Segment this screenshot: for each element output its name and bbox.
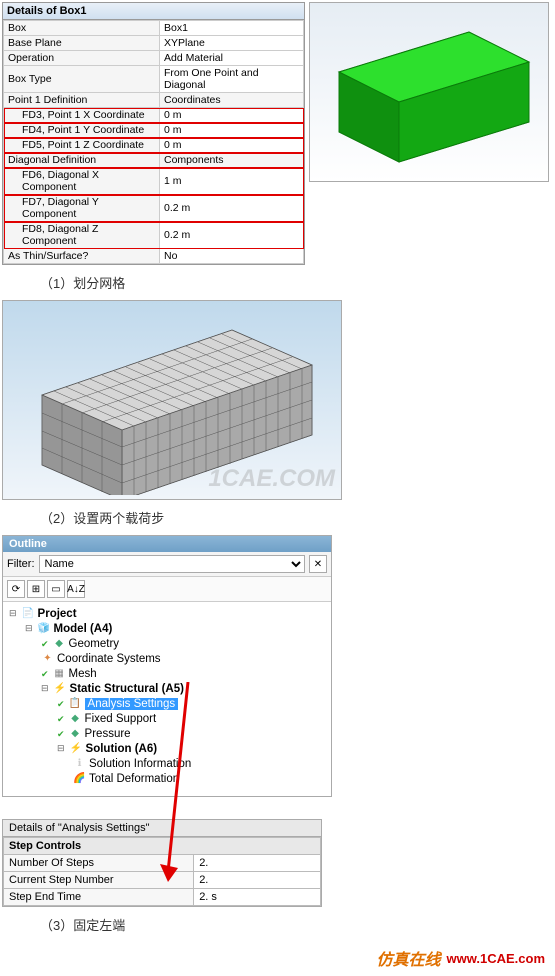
caption-3: （3）固定左端 [0,909,555,940]
sort-icon[interactable]: A↓Z [67,580,85,598]
brand-cn: 仿真在线 [377,946,441,970]
watermark: 1CAE.COM [208,465,335,493]
caption-2: （2）设置两个载荷步 [0,502,555,533]
outline-tree[interactable]: Project Model (A4) GeometryCoordinate Sy… [3,602,331,796]
expand-icon[interactable]: ⊞ [27,580,45,598]
filter-label: Filter: [7,558,35,570]
tree-item[interactable]: Coordinate Systems [41,651,327,666]
step-controls-header: Step Controls [4,838,321,855]
filter-row: Filter: Name ✕ [3,552,331,577]
caption-1: （1）划分网格 [0,267,555,298]
tree-item[interactable]: Fixed Support [57,711,327,726]
model-icon [38,622,51,635]
tree-model[interactable]: Model (A4) [54,623,113,635]
box1-property-table: BoxBox1Base PlaneXYPlaneOperationAdd Mat… [3,20,304,264]
tree-item[interactable]: Mesh [41,666,327,681]
tree-item[interactable]: Analysis Settings [57,696,327,711]
structural-icon [54,682,67,695]
filter-clear-icon[interactable]: ✕ [309,555,327,573]
project-icon [22,607,35,620]
analysis-settings-panel: Details of "Analysis Settings" Step Cont… [2,819,322,907]
filter-select[interactable]: Name [39,555,306,573]
refresh-icon[interactable]: ⟳ [7,580,25,598]
tree-item[interactable]: Solution Information [73,756,327,771]
brand-url: www.1CAE.com [447,951,545,966]
tree-item[interactable]: Geometry [41,636,327,651]
tree-structural[interactable]: Static Structural (A5) [70,683,184,695]
meshed-box-view[interactable]: 1CAE.COM [2,300,342,500]
analysis-settings-title: Details of "Analysis Settings" [3,820,321,837]
details-box1-panel: Details of Box1 BoxBox1Base PlaneXYPlane… [2,2,305,265]
box1-isometric-view[interactable] [309,2,549,182]
tree-project[interactable]: Project [38,608,77,620]
tree-item[interactable]: Pressure [57,726,327,741]
outline-panel: Outline Filter: Name ✕ ⟳ ⊞ ▭ A↓Z Project… [2,535,332,797]
outline-title: Outline [3,536,331,552]
step-controls-table: Step Controls Number Of Steps2.Current S… [3,837,321,906]
details-box1-title: Details of Box1 [3,3,304,20]
collapse-icon[interactable]: ▭ [47,580,65,598]
footer: 仿真在线 www.1CAE.com [0,940,555,976]
tree-solution[interactable]: Solution (A6) [86,743,158,755]
tree-item[interactable]: Total Deformation [73,771,327,786]
solution-icon [70,742,83,755]
